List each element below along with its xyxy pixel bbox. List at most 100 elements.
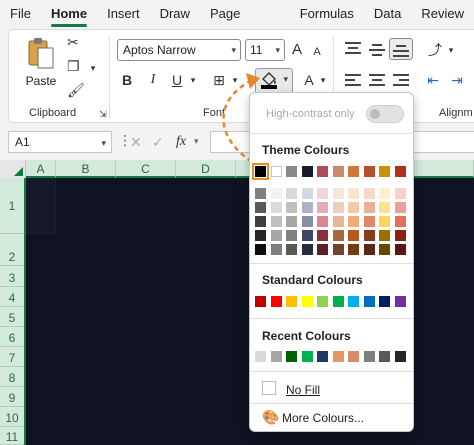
name-box[interactable]: A1 ▾ bbox=[8, 131, 112, 153]
italic-button[interactable]: I bbox=[143, 70, 163, 90]
menu-data[interactable]: Data bbox=[364, 0, 411, 28]
theme-shade-swatch[interactable] bbox=[394, 202, 406, 213]
grow-font-button[interactable]: A bbox=[287, 40, 307, 60]
theme-shade-swatch[interactable] bbox=[270, 230, 282, 241]
theme-shade-swatch[interactable] bbox=[363, 230, 375, 241]
theme-shade-swatch[interactable] bbox=[301, 188, 313, 199]
underline-dropdown-icon[interactable]: ▾ bbox=[183, 70, 203, 90]
theme-shade-swatch[interactable] bbox=[270, 188, 282, 199]
row-header[interactable]: 6 bbox=[0, 329, 24, 347]
recent-colour-swatch[interactable] bbox=[379, 351, 390, 362]
cancel-icon[interactable]: ✕ bbox=[130, 134, 142, 151]
theme-shade-swatch[interactable] bbox=[379, 244, 390, 255]
theme-shade-swatch[interactable] bbox=[255, 230, 266, 241]
more-colours-item[interactable]: More Colours... bbox=[282, 411, 364, 425]
recent-colour-swatch[interactable] bbox=[332, 351, 344, 362]
recent-colour-swatch[interactable] bbox=[301, 351, 313, 362]
theme-colour-swatch[interactable] bbox=[394, 166, 406, 177]
increase-indent-icon[interactable]: ⇥ bbox=[447, 70, 467, 90]
selected-cell-a1[interactable] bbox=[26, 178, 56, 234]
standard-colour-swatch[interactable] bbox=[286, 296, 297, 307]
theme-shade-swatch[interactable] bbox=[363, 202, 375, 213]
recent-colour-swatch[interactable] bbox=[317, 351, 328, 362]
theme-shade-swatch[interactable] bbox=[379, 188, 390, 199]
theme-shade-swatch[interactable] bbox=[255, 244, 266, 255]
row-header[interactable]: 5 bbox=[0, 309, 24, 327]
theme-shade-swatch[interactable] bbox=[379, 216, 390, 227]
copy-dropdown-icon[interactable]: ▾ bbox=[83, 58, 103, 78]
standard-colour-swatch[interactable] bbox=[301, 296, 313, 307]
theme-shade-swatch[interactable] bbox=[301, 202, 313, 213]
high-contrast-toggle[interactable] bbox=[366, 105, 404, 123]
standard-colour-swatch[interactable] bbox=[317, 296, 328, 307]
theme-colour-swatch[interactable] bbox=[348, 166, 359, 177]
column-header-c[interactable]: C bbox=[116, 160, 176, 178]
theme-shade-swatch[interactable] bbox=[394, 188, 406, 199]
theme-shade-swatch[interactable] bbox=[348, 216, 359, 227]
standard-colour-swatch[interactable] bbox=[332, 296, 344, 307]
recent-colour-swatch[interactable] bbox=[394, 351, 406, 362]
theme-shade-swatch[interactable] bbox=[301, 244, 313, 255]
theme-shade-swatch[interactable] bbox=[379, 230, 390, 241]
font-name-select[interactable]: Aptos Narrow ▾ bbox=[117, 39, 241, 61]
row-header[interactable]: 9 bbox=[0, 389, 24, 407]
menu-draw[interactable]: Draw bbox=[150, 0, 200, 28]
font-color-dropdown-icon[interactable]: ▾ bbox=[313, 70, 333, 90]
recent-colour-swatch[interactable] bbox=[348, 351, 359, 362]
theme-shade-swatch[interactable] bbox=[379, 202, 390, 213]
recent-colour-swatch[interactable] bbox=[270, 351, 282, 362]
theme-shade-swatch[interactable] bbox=[394, 230, 406, 241]
theme-shade-swatch[interactable] bbox=[363, 216, 375, 227]
menu-home[interactable]: Home bbox=[41, 0, 97, 28]
align-bottom-button[interactable] bbox=[389, 38, 413, 60]
row-header[interactable]: 8 bbox=[0, 369, 24, 387]
row-header[interactable]: 3 bbox=[0, 269, 24, 287]
theme-shade-swatch[interactable] bbox=[286, 230, 297, 241]
theme-shade-swatch[interactable] bbox=[394, 216, 406, 227]
menu-page-layout[interactable]: Page Layout bbox=[200, 0, 290, 49]
row-header[interactable]: 4 bbox=[0, 289, 24, 307]
chevron-down-icon[interactable]: ▾ bbox=[194, 136, 199, 147]
theme-shade-swatch[interactable] bbox=[317, 202, 328, 213]
theme-shade-swatch[interactable] bbox=[255, 188, 266, 199]
menu-review[interactable]: Review bbox=[411, 0, 474, 28]
recent-colour-swatch[interactable] bbox=[363, 351, 375, 362]
theme-shade-swatch[interactable] bbox=[317, 244, 328, 255]
align-left-icon[interactable] bbox=[345, 74, 361, 86]
theme-colour-swatch[interactable] bbox=[301, 166, 313, 177]
standard-colour-swatch[interactable] bbox=[348, 296, 359, 307]
row-header[interactable]: 2 bbox=[0, 248, 24, 266]
theme-shade-swatch[interactable] bbox=[394, 244, 406, 255]
theme-shade-swatch[interactable] bbox=[286, 244, 297, 255]
standard-colour-swatch[interactable] bbox=[363, 296, 375, 307]
theme-shade-swatch[interactable] bbox=[332, 230, 344, 241]
paste-button[interactable]: Paste bbox=[21, 36, 61, 94]
row-header[interactable]: 10 bbox=[0, 409, 24, 427]
theme-shade-swatch[interactable] bbox=[255, 202, 266, 213]
row-header[interactable]: 7 bbox=[0, 349, 24, 367]
theme-shade-swatch[interactable] bbox=[286, 216, 297, 227]
theme-shade-swatch[interactable] bbox=[317, 216, 328, 227]
theme-shade-swatch[interactable] bbox=[286, 188, 297, 199]
theme-shade-swatch[interactable] bbox=[348, 202, 359, 213]
menu-file[interactable]: File bbox=[0, 0, 41, 28]
standard-colour-swatch[interactable] bbox=[379, 296, 390, 307]
theme-shade-swatch[interactable] bbox=[255, 216, 266, 227]
theme-shade-swatch[interactable] bbox=[270, 244, 282, 255]
recent-colour-swatch[interactable] bbox=[255, 351, 266, 362]
menu-insert[interactable]: Insert bbox=[97, 0, 150, 28]
clipboard-launcher-icon[interactable]: ⇲ bbox=[93, 104, 113, 124]
standard-colour-swatch[interactable] bbox=[270, 296, 282, 307]
theme-colour-swatch[interactable] bbox=[270, 166, 282, 177]
select-all-button[interactable] bbox=[0, 160, 26, 178]
shrink-font-button[interactable]: A bbox=[307, 42, 327, 62]
theme-colour-swatch[interactable] bbox=[286, 166, 297, 177]
theme-shade-swatch[interactable] bbox=[332, 244, 344, 255]
theme-shade-swatch[interactable] bbox=[301, 216, 313, 227]
cut-icon[interactable]: ✂ bbox=[67, 34, 79, 51]
no-fill-item[interactable]: No Fill bbox=[286, 383, 320, 397]
theme-shade-swatch[interactable] bbox=[348, 244, 359, 255]
theme-shade-swatch[interactable] bbox=[317, 188, 328, 199]
row-header[interactable]: 1 bbox=[0, 178, 24, 234]
theme-shade-swatch[interactable] bbox=[270, 216, 282, 227]
